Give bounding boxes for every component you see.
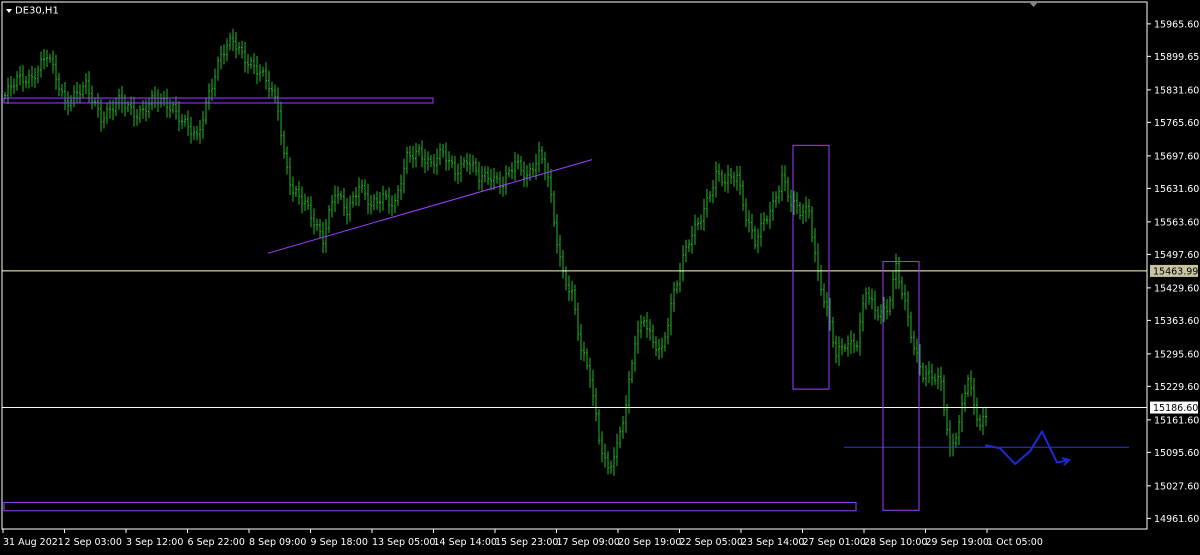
time-axis-label: 6 Sep 22:00 (188, 537, 245, 548)
price-axis-label: 15429.60 (1154, 283, 1199, 294)
time-axis-label: 9 Sep 18:00 (311, 537, 368, 548)
price-axis-label: 15161.60 (1154, 415, 1199, 426)
price-axis-label: 15563.60 (1154, 217, 1199, 228)
time-axis-label: 3 Sep 12:00 (126, 537, 183, 548)
chart-background (0, 0, 1200, 555)
time-axis-label: 27 Sep 01:00 (803, 537, 866, 548)
price-axis-label: 15027.60 (1154, 481, 1199, 492)
price-axis-label: 15899.65 (1154, 52, 1199, 63)
price-axis-label: 15497.60 (1154, 250, 1199, 261)
price-chart[interactable]: 15965.60 15899.65 15831.60 15765.60 15697.60… (0, 0, 1200, 555)
time-axis-label: 14 Sep 14:00 (434, 537, 497, 548)
time-axis-label: 28 Sep 10:00 (864, 537, 927, 548)
price-axis-label: 15631.60 (1154, 184, 1199, 195)
time-axis-label: 22 Sep 05:00 (680, 537, 743, 548)
price-axis-label: 15831.60 (1154, 85, 1199, 96)
price-axis-label: 15229.60 (1154, 382, 1199, 393)
time-axis-label: 17 Sep 09:00 (557, 537, 620, 548)
price-tag-label: 15186.60 (1153, 403, 1198, 414)
time-axis-label: 8 Sep 09:00 (249, 537, 306, 548)
price-axis-label: 14961.60 (1154, 514, 1199, 525)
time-axis-label: 20 Sep 19:00 (618, 537, 681, 548)
price-axis-label: 15965.60 (1154, 19, 1199, 30)
time-axis-label: 23 Sep 14:00 (741, 537, 804, 548)
symbol-timeframe-label: DE30,H1 (15, 6, 59, 17)
chart-window[interactable]: 15965.60 15899.65 15831.60 15765.60 15697.60… (0, 0, 1200, 555)
price-axis-label: 15697.60 (1154, 151, 1199, 162)
price-axis-label: 15765.60 (1154, 118, 1199, 129)
time-axis-label: 2 Sep 03:00 (65, 537, 122, 548)
price-axis-label: 15095.60 (1154, 448, 1199, 459)
time-axis-label: 29 Sep 19:00 (926, 537, 989, 548)
price-axis-label: 15295.60 (1154, 349, 1199, 360)
price-tag-label: 15463.99 (1153, 266, 1198, 277)
price-axis-label: 15363.60 (1154, 316, 1199, 327)
time-axis-label: 1 Oct 05:00 (987, 537, 1043, 548)
time-axis-label: 13 Sep 05:00 (372, 537, 435, 548)
price-axis[interactable]: 15965.60 15899.65 15831.60 15765.60 15697.60… (1147, 19, 1199, 525)
time-axis-label: 31 Aug 2021 (3, 537, 64, 548)
time-axis-label: 15 Sep 23:00 (495, 537, 558, 548)
